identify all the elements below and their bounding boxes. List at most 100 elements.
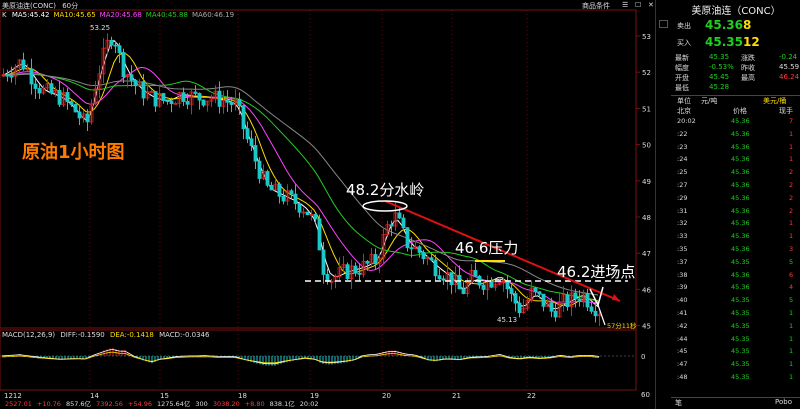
trade-row[interactable]: :47 45.35 1	[671, 360, 800, 371]
trade-row[interactable]: :35 45.36 3	[671, 245, 800, 256]
trade-price: 45.36	[731, 168, 750, 177]
candle-body	[33, 83, 38, 89]
candle-body	[305, 211, 310, 216]
trade-time: :33	[677, 232, 688, 241]
candle-body	[421, 252, 426, 259]
candle-body	[133, 79, 138, 87]
buy-row[interactable]: 买入 45.35 12	[671, 35, 800, 51]
trade-row[interactable]: :22 45.36 1	[671, 130, 800, 141]
trade-row[interactable]: :29 45.36 2	[671, 194, 800, 205]
candlestick-chart[interactable]: 5352515049484746451212 14 15 18 19 20 21 22	[0, 0, 655, 409]
trade-row[interactable]: :27 45.36 2	[671, 181, 800, 192]
trade-row[interactable]: :41 45.35 1	[671, 309, 800, 320]
scroll-up-icon[interactable]	[659, 20, 668, 28]
footer-left[interactable]: 笔	[675, 398, 682, 408]
trade-row[interactable]: 20:02 45.36 7	[671, 117, 800, 128]
trade-price: 45.35	[731, 373, 750, 381]
trade-price: 45.36	[731, 232, 750, 241]
price-tick-label: 51	[642, 105, 651, 113]
trade-qty: 3	[789, 245, 794, 253]
price-chart[interactable]: 53 52 51 50 49 48 47 46 45 1212 14 15 18 19 20 21 22 美原油…	[0, 0, 655, 409]
trade-time: :44	[677, 334, 688, 343]
quote-stat-v2: 45.59	[779, 63, 800, 71]
price-tick-label: 52	[642, 69, 651, 77]
trade-qty: 1	[789, 347, 794, 356]
trade-price: 45.36	[731, 219, 750, 228]
trade-price: 45.36	[731, 283, 750, 292]
candle-body	[201, 99, 206, 106]
currency-label[interactable]: 美元/桶	[763, 96, 786, 106]
trade-row[interactable]: :32 45.36 1	[671, 219, 800, 230]
pressure-annotation: 46.6压力	[455, 239, 519, 257]
macd-value: MACD:-0.0346	[159, 331, 210, 339]
quote-panel: 美原油连（CONC） 卖出 45.36 8 买入 45.35 12 最新 45.3…	[670, 0, 800, 409]
candle-body	[409, 247, 414, 250]
trade-qty: 1	[789, 232, 794, 241]
candle-body	[589, 306, 594, 312]
trade-row[interactable]: :31 45.36 2	[671, 207, 800, 218]
tab-commodity-conditions[interactable]: 商品条件	[582, 1, 610, 11]
trade-row[interactable]: :44 45.35 1	[671, 335, 800, 346]
trade-row[interactable]: :40 45.35 5	[671, 296, 800, 307]
trade-row[interactable]: :45 45.35 1	[671, 347, 800, 358]
sell-row[interactable]: 卖出 45.36 8	[671, 18, 800, 34]
trade-row[interactable]: :38 45.36 6	[671, 271, 800, 282]
candle-body	[241, 105, 246, 130]
trade-time: :22	[677, 129, 688, 138]
price-tick-label: 45	[642, 323, 651, 331]
trade-row[interactable]: :39 45.36 4	[671, 283, 800, 294]
trade-row[interactable]: :48 45.35 1	[671, 373, 800, 384]
trade-row[interactable]: :23 45.36 1	[671, 143, 800, 154]
candle-body	[345, 264, 350, 279]
trade-row[interactable]: :25 45.36 2	[671, 168, 800, 179]
candle-body	[153, 91, 158, 107]
trade-qty: 5	[789, 257, 794, 266]
candle-body	[313, 214, 318, 220]
trade-qty: 1	[789, 373, 794, 381]
trade-time: :42	[677, 321, 688, 330]
price-tick-label: 47	[642, 250, 651, 258]
close-icon[interactable]: ✕	[648, 1, 654, 9]
trade-qty: 1	[789, 129, 794, 138]
candle-body	[173, 102, 178, 105]
candle-body	[537, 291, 542, 295]
candle-body	[121, 52, 126, 78]
trade-time: :35	[677, 245, 688, 253]
trade-price: 45.36	[731, 270, 750, 279]
trade-price: 45.35	[731, 257, 750, 266]
quote-stat-l2: 最高	[741, 74, 755, 82]
trade-price: 45.35	[731, 309, 750, 317]
trade-row[interactable]: :37 45.35 5	[671, 258, 800, 269]
menu-icon[interactable]: ☰	[622, 1, 628, 9]
trade-qty: 1	[789, 219, 794, 228]
trade-price: 45.35	[731, 296, 750, 305]
countdown-label: 57分11秒	[607, 322, 637, 330]
trade-qty: 2	[789, 206, 794, 215]
candle-body	[117, 45, 122, 53]
col-qty: 现手	[779, 107, 793, 115]
trade-price: 45.35	[731, 321, 750, 330]
trade-time: :40	[677, 296, 688, 305]
trade-price: 45.36	[731, 245, 750, 253]
candle-body	[565, 294, 570, 308]
trade-row[interactable]: :24 45.36 1	[671, 155, 800, 166]
candle-body	[141, 81, 146, 99]
restore-icon[interactable]: ☐	[635, 1, 641, 9]
candle-body	[113, 44, 118, 47]
candle-body	[5, 74, 10, 77]
price-tick-label: 48	[642, 214, 651, 222]
trade-row[interactable]: :33 45.36 1	[671, 232, 800, 243]
candle-body	[73, 104, 78, 113]
candle-body	[365, 261, 370, 264]
status-item: 7392.56	[96, 400, 123, 408]
trade-row[interactable]: :42 45.35 1	[671, 322, 800, 333]
trade-time: :31	[677, 206, 688, 215]
trade-price: 45.36	[731, 206, 750, 215]
candle-body	[397, 212, 402, 219]
candle-body	[549, 302, 554, 312]
macd-params: MACD(12,26,9)	[2, 331, 56, 339]
side-scrollbar[interactable]	[655, 0, 671, 409]
trade-qty: 1	[789, 142, 794, 151]
status-item: 300	[195, 400, 208, 408]
candle-body	[161, 93, 166, 101]
